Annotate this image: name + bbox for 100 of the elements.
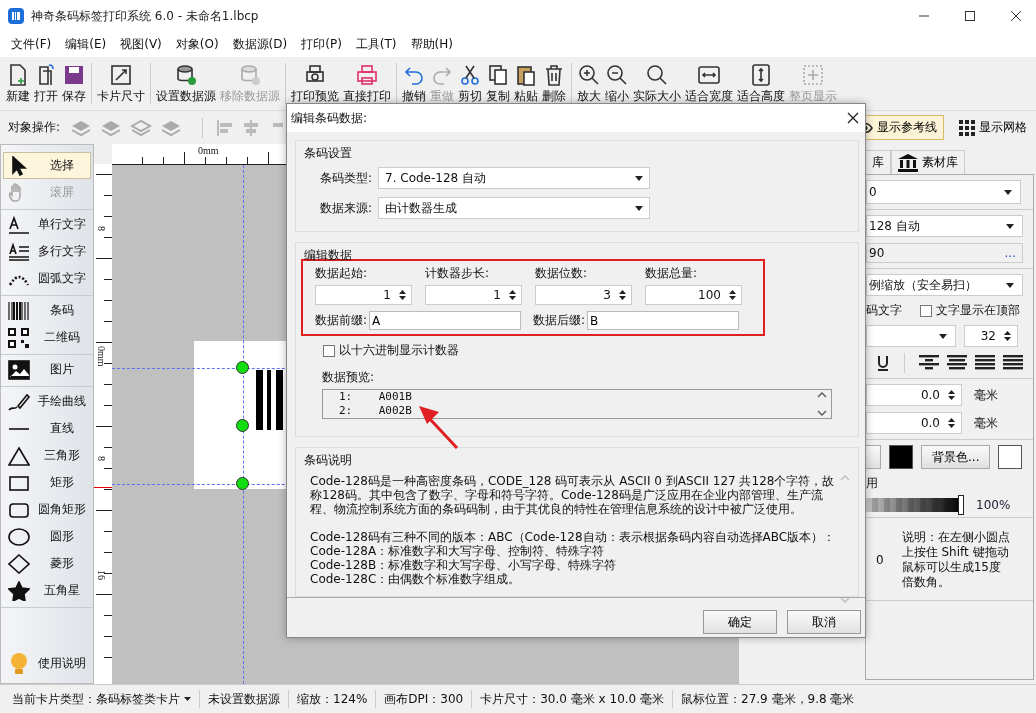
dialog-button[interactable]: 取消 [787, 610, 861, 634]
description-text: Code-128A：标准数字和大写字母、控制符、特殊字符 [310, 544, 606, 558]
tool-button[interactable]: 图片 [3, 356, 91, 383]
scroll-arrows-icon[interactable] [817, 391, 827, 417]
spinner-arrows-icon [509, 289, 516, 301]
color-swatch[interactable] [998, 445, 1023, 469]
toolbar-button[interactable]: 保存 [60, 60, 88, 107]
toolbar-button[interactable]: 设置数据源 [154, 60, 218, 107]
dialog-button[interactable]: 确定 [703, 610, 777, 634]
prefix-field[interactable]: A [369, 311, 522, 330]
tool-button[interactable]: 矩形 [3, 469, 91, 496]
tool-button[interactable]: 单行文字 [3, 211, 91, 238]
dropdown[interactable]: 7. Code-128 自动 [378, 167, 650, 189]
text-icon [8, 214, 30, 235]
menu-item[interactable]: 工具(T) [348, 36, 404, 53]
toolbar-button[interactable]: 打印预览 [289, 60, 341, 107]
tool-button[interactable]: 五角星 [3, 577, 91, 604]
fit-page-icon [801, 62, 825, 87]
toolbar-button[interactable]: 直接打印 [341, 60, 393, 107]
scale-dropdown[interactable]: 例缩放（安全易扫） [866, 274, 1023, 296]
tool-button[interactable]: 多行文字 [3, 238, 91, 265]
slider-thumb[interactable] [958, 495, 964, 515]
number-spinner[interactable]: 100 [645, 285, 742, 305]
ruler-label: 8 [96, 226, 107, 231]
opacity-slider[interactable] [866, 498, 962, 512]
caret-icon [1004, 189, 1012, 195]
description-text: Code-128码是一种高密度条码，CODE_128 码可表示从 ASCII 0 到ASCII 127 共128个字符，故称128码。其中包含了数字、字母和符号字符。Code-128码是广泛应用在企业内部管理、生产流程、物流控制系统方面的条码码制，由于其优良的特性在管理信息系统的设计中被广泛使用。 [310, 474, 836, 516]
spinner-arrows-icon [619, 289, 626, 301]
close-icon[interactable] [1010, 10, 1022, 22]
caret-icon [1006, 282, 1014, 288]
suffix-field[interactable]: B [587, 311, 740, 330]
checkbox[interactable]: 以十六进制显示计数器 [323, 342, 844, 359]
card-type-selector[interactable]: 当前卡片类型：条码标签类卡片 [6, 690, 197, 708]
tool-button[interactable]: 直线 [3, 415, 91, 442]
tool-button[interactable]: 菱形 [3, 550, 91, 577]
color-swatch[interactable] [889, 445, 913, 469]
browse-button[interactable]: ... [1004, 246, 1016, 260]
field-label: 计数器步长: [425, 265, 491, 282]
number-spinner[interactable]: 3 [535, 285, 632, 305]
menu-item[interactable]: 帮助(H) [403, 36, 460, 53]
tool-button[interactable]: 选择 [3, 152, 91, 179]
data-field[interactable]: 90 ... [866, 243, 1023, 263]
light-bulb-icon [9, 651, 29, 676]
toolbar-button[interactable]: 适合宽度 [683, 60, 735, 107]
toolbar-button[interactable]: 卡片尺寸 [95, 60, 147, 107]
tool-button[interactable]: 圆角矩形 [3, 496, 91, 523]
toolbar-button[interactable]: 删除 [540, 60, 568, 107]
copy-icon [486, 62, 510, 87]
panel-tab[interactable]: 素材库 [891, 150, 965, 174]
align-icon[interactable] [1003, 355, 1023, 371]
background-color-button[interactable]: 背景色... [921, 445, 991, 469]
menu-item[interactable]: 对象(O) [168, 36, 226, 53]
align-icon[interactable] [947, 355, 967, 371]
tool-button[interactable]: 圆形 [3, 523, 91, 550]
maximize-icon[interactable] [964, 10, 976, 22]
menu-item[interactable]: 打印(P) [294, 36, 349, 53]
toolbar-button[interactable]: 剪切 [456, 60, 484, 107]
underline-icon[interactable] [876, 355, 890, 371]
close-icon[interactable] [847, 112, 859, 124]
offset-spinner[interactable]: 0.0 [866, 384, 962, 406]
font-size-spinner[interactable]: 32 [964, 325, 1018, 347]
dropdown[interactable]: 由计数器生成 [378, 197, 650, 219]
field-label: 数据预览: [322, 369, 376, 386]
toggle-button[interactable]: 显示网格 [952, 115, 1034, 140]
card-size-icon [109, 62, 133, 87]
tool-button[interactable]: 二维码 [3, 324, 91, 351]
menu-item[interactable]: 编辑(E) [58, 36, 114, 53]
help-button[interactable]: 使用说明 [3, 650, 91, 677]
panel-tab[interactable]: 库 [865, 150, 891, 174]
tool-button[interactable]: 条码 [3, 297, 91, 324]
rotation-value: 0 [876, 553, 884, 567]
number-spinner[interactable]: 1 [425, 285, 522, 305]
offset-spinner[interactable]: 0.0 [866, 412, 962, 434]
toolbar-button[interactable]: 复制 [484, 60, 512, 107]
toolbar-button[interactable]: 实际大小 [631, 60, 683, 107]
preview-line: 1: A001B [339, 390, 412, 404]
toolbar-button[interactable]: 适合高度 [735, 60, 787, 107]
checkbox[interactable]: 文字显示在顶部 [920, 302, 1020, 319]
tool-button[interactable]: 圆弧文字 [3, 265, 91, 292]
menu-item[interactable]: 数据源(D) [225, 36, 295, 53]
color-button[interactable] [866, 445, 881, 469]
pen-icon [8, 391, 30, 412]
toolbar-button[interactable]: 放大 [575, 60, 603, 107]
barcode-type-dropdown[interactable]: 128 自动 [866, 215, 1023, 237]
field-label: 数据来源: [318, 199, 372, 217]
group-title: 编辑数据 [304, 247, 352, 264]
align-icon[interactable] [919, 355, 939, 371]
toolbar-button[interactable]: 撤销 [400, 60, 428, 107]
align-icon[interactable] [975, 355, 995, 371]
menu-item[interactable]: 文件(F) [4, 36, 59, 53]
toolbar-button[interactable]: 新建 [4, 60, 32, 107]
tool-button[interactable]: 手绘曲线 [3, 388, 91, 415]
toolbar-button[interactable]: 缩小 [603, 60, 631, 107]
number-spinner[interactable]: 1 [315, 285, 412, 305]
toolbar-button[interactable]: 打开 [32, 60, 60, 107]
toolbar-label: 对象操作: [8, 119, 61, 136]
line-icon [8, 426, 30, 431]
menu-item[interactable]: 视图(V) [113, 36, 169, 53]
tool-button[interactable]: 三角形 [3, 442, 91, 469]
style-dropdown[interactable]: 0 [866, 180, 1021, 204]
